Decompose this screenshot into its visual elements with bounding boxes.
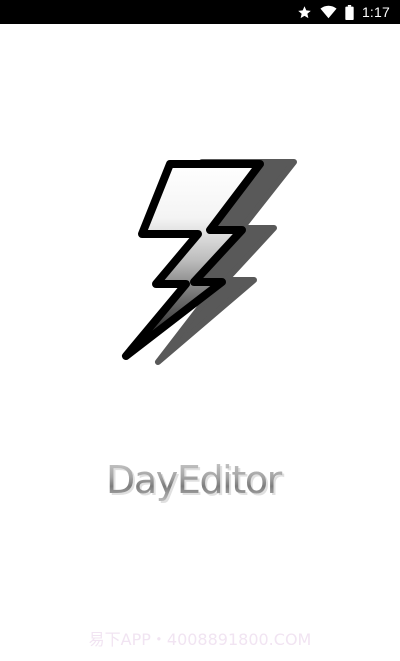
wifi-icon — [320, 5, 337, 19]
status-time: 1:17 — [361, 4, 390, 20]
watermark-text: 易下APP・4008891800.COM — [88, 630, 312, 649]
battery-icon — [345, 4, 354, 20]
lightning-bolt-icon — [118, 156, 304, 368]
app-name: DayEditor — [106, 454, 296, 506]
splash-screen: 1:17 DayEditor DayEditor 易下APP・400889180… — [0, 0, 400, 661]
status-bar: 1:17 — [0, 0, 400, 24]
star-icon — [297, 5, 312, 20]
